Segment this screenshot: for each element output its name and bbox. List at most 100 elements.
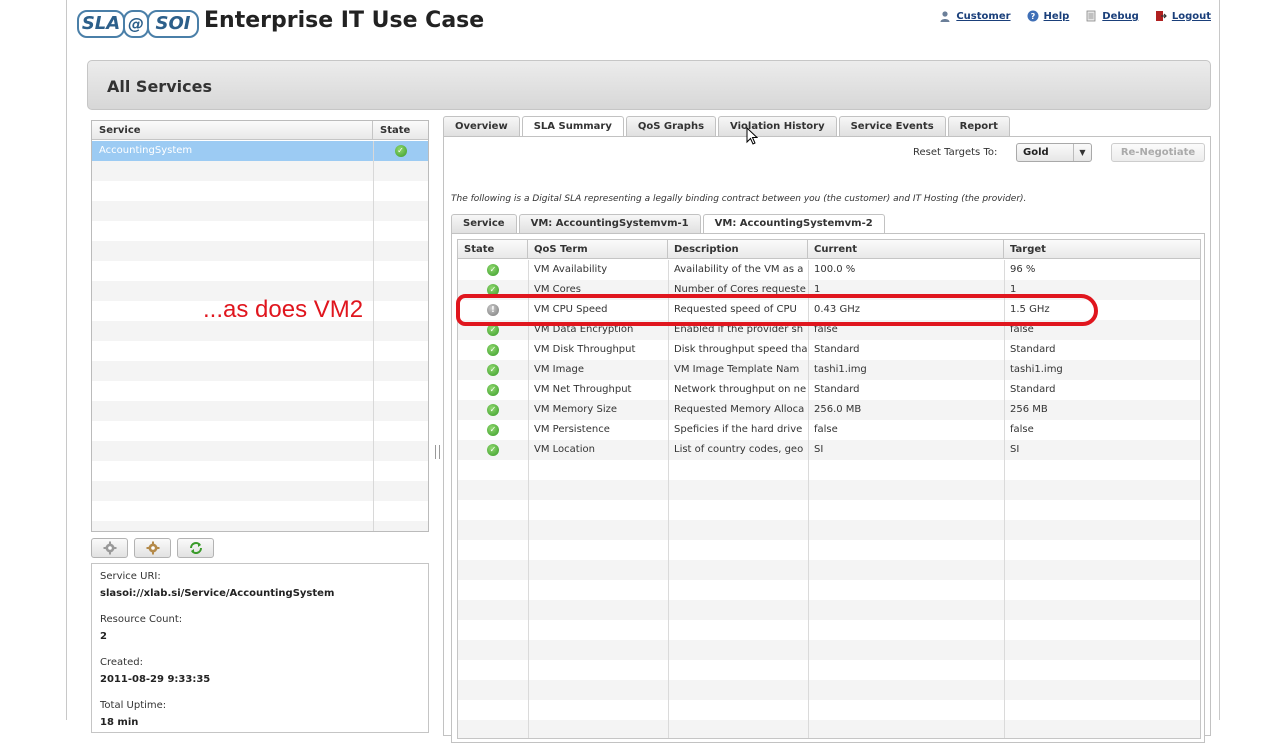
svg-text:?: ?: [1030, 12, 1035, 21]
state-ok-icon: ✓: [487, 364, 499, 376]
service-config-button[interactable]: [134, 538, 171, 558]
debug-icon: [1086, 10, 1096, 22]
page-title: All Services: [107, 77, 212, 96]
logo-at: @: [123, 10, 149, 38]
services-grid: Service State AccountingSystem ✓: [91, 120, 429, 532]
created-label: Created:: [100, 657, 143, 668]
customer-link-label: Customer: [956, 10, 1011, 22]
service-info-panel: Service URI: slasoi://xlab.si/Service/Ac…: [91, 563, 429, 733]
uri-label: Service URI:: [100, 571, 161, 582]
sla-description: The following is a Digital SLA represent…: [451, 194, 1027, 204]
created-value: 2011-08-29 9:33:35: [100, 674, 211, 685]
logo-sla: SLA: [77, 10, 125, 38]
help-link-label: Help: [1043, 10, 1070, 22]
uptime-value: 18 min: [100, 717, 139, 728]
target-cell: SI: [1010, 444, 1020, 455]
help-icon: ?: [1027, 10, 1039, 22]
renegotiate-button[interactable]: Re-Negotiate: [1111, 143, 1205, 162]
qos-grid-header: State QoS Term Description Current Targe…: [458, 240, 1200, 259]
state-ok-icon: ✓: [487, 444, 499, 456]
row-state: ✓: [458, 340, 528, 360]
column-header-service[interactable]: Service: [92, 121, 373, 139]
logout-link[interactable]: Logout: [1155, 10, 1211, 22]
column-header-description[interactable]: Description: [668, 240, 808, 258]
tab-report[interactable]: Report: [947, 116, 1010, 136]
logout-link-label: Logout: [1171, 10, 1211, 22]
vm-tabs: Service VM: AccountingSystemvm-1 VM: Acc…: [451, 214, 887, 234]
reset-targets-select[interactable]: Gold ▼: [1016, 143, 1092, 162]
window-margin-left: [0, 0, 66, 720]
description-cell: Availability of the VM as a: [674, 264, 804, 275]
table-row[interactable]: ✓ VM Memory Size Requested Memory Alloca…: [458, 400, 1200, 420]
row-state: ✓: [458, 400, 528, 420]
debug-link-label: Debug: [1102, 10, 1139, 22]
tab-qos-graphs[interactable]: QoS Graphs: [625, 116, 717, 136]
qos-term-cell: VM Persistence: [534, 424, 610, 435]
services-toolbar: [91, 538, 214, 558]
qos-term-cell: VM Image: [534, 364, 584, 375]
column-header-state[interactable]: State: [373, 121, 428, 139]
app-window: SLA @ SOI Enterprise IT Use Case Custome…: [66, 0, 1220, 743]
column-header-target[interactable]: Target: [1004, 240, 1200, 258]
subtab-vm2[interactable]: VM: AccountingSystemvm-2: [702, 214, 885, 234]
row-state: ✓: [458, 440, 528, 460]
row-state: ✓: [458, 380, 528, 400]
service-row-accountingsystem[interactable]: AccountingSystem ✓: [92, 141, 428, 161]
qos-term-cell: VM Availability: [534, 264, 608, 275]
target-cell: 96 %: [1010, 264, 1036, 275]
service-name: AccountingSystem: [99, 145, 193, 156]
tab-sla-summary[interactable]: SLA Summary: [521, 116, 624, 137]
column-header-qos-term[interactable]: QoS Term: [528, 240, 668, 258]
table-row[interactable]: ✓ VM Net Throughput Network throughput o…: [458, 380, 1200, 400]
table-row[interactable]: ✓ VM Image VM Image Template Nam tashi1.…: [458, 360, 1200, 380]
annotation-text: ...as does VM2: [203, 296, 364, 323]
service-state: ✓: [373, 141, 428, 161]
current-cell: false: [814, 424, 838, 435]
state-ok-icon: ✓: [487, 264, 499, 276]
state-ok-icon: ✓: [487, 424, 499, 436]
service-settings-button[interactable]: [91, 538, 128, 558]
page-title-bar: All Services: [87, 60, 1211, 110]
state-ok-icon: ✓: [487, 344, 499, 356]
tab-overview[interactable]: Overview: [443, 116, 520, 136]
qos-term-cell: VM Memory Size: [534, 404, 618, 415]
qos-term-cell: VM Net Throughput: [534, 384, 632, 395]
current-cell: SI: [814, 444, 824, 455]
qos-term-cell: VM Disk Throughput: [534, 344, 636, 355]
sla-summary-panel: Reset Targets To: Gold ▼ Re-Negotiate Th…: [443, 136, 1211, 743]
column-header-current[interactable]: Current: [808, 240, 1004, 258]
current-cell: Standard: [814, 384, 860, 395]
logo-soi: SOI: [147, 10, 199, 38]
subtab-vm1[interactable]: VM: AccountingSystemvm-1: [518, 214, 701, 233]
help-link[interactable]: ? Help: [1027, 10, 1070, 22]
subtab-service[interactable]: Service: [451, 214, 517, 233]
window-margin-right: [1220, 0, 1280, 720]
target-cell: Standard: [1010, 344, 1056, 355]
table-row[interactable]: ✓ VM Availability Availability of the VM…: [458, 260, 1200, 280]
services-grid-header: Service State: [92, 121, 428, 140]
target-cell: Standard: [1010, 384, 1056, 395]
description-cell: Network throughput on ne: [674, 384, 807, 395]
table-row[interactable]: ✓ VM Disk Throughput Disk throughput spe…: [458, 340, 1200, 360]
panel-splitter[interactable]: [435, 445, 440, 459]
description-cell: Disk throughput speed tha: [674, 344, 808, 355]
reset-targets-value: Gold: [1023, 147, 1049, 158]
column-divider: [373, 141, 374, 531]
user-icon: [940, 11, 950, 22]
table-row[interactable]: ✓ VM Persistence Speficies if the hard d…: [458, 420, 1200, 440]
column-header-state[interactable]: State: [458, 240, 528, 258]
customer-link[interactable]: Customer: [939, 10, 1011, 22]
tab-violation-history[interactable]: Violation History: [718, 116, 837, 136]
settings-gear-icon: [146, 541, 159, 555]
highlight-annotation: [456, 294, 1098, 326]
tab-service-events[interactable]: Service Events: [838, 116, 946, 136]
state-ok-icon: ✓: [394, 145, 407, 157]
top-links: Customer ? Help Debug Logout: [939, 10, 1211, 22]
refresh-button[interactable]: [177, 538, 214, 558]
table-row[interactable]: ✓ VM Location List of country codes, geo…: [458, 440, 1200, 460]
chevron-down-icon: ▼: [1073, 144, 1091, 161]
current-cell: 100.0 %: [814, 264, 856, 275]
state-ok-icon: ✓: [487, 384, 499, 396]
debug-link[interactable]: Debug: [1085, 10, 1139, 22]
app-title: Enterprise IT Use Case: [204, 8, 485, 33]
